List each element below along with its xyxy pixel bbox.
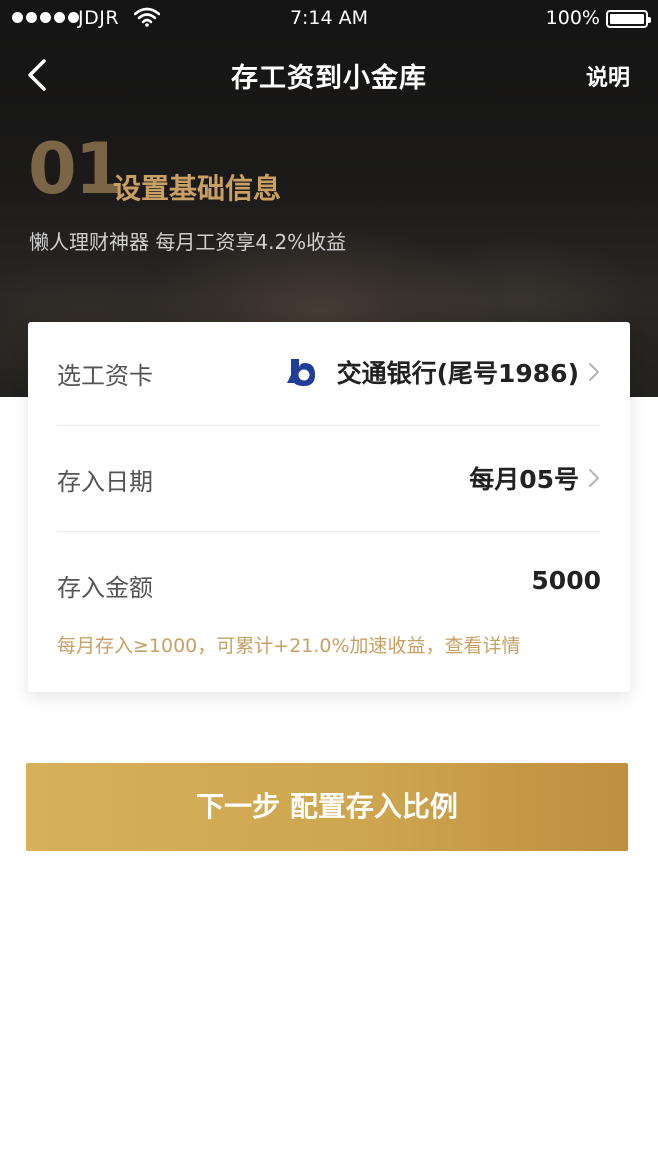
deposit-amount-row: 存入金额 5000: [57, 534, 601, 614]
row-divider: [57, 425, 601, 426]
salary-card-row[interactable]: 选工资卡 交通银行(尾号1986): [57, 322, 601, 428]
step-title: 设置基础信息: [113, 172, 282, 205]
deposit-amount-label: 存入金额: [57, 574, 153, 602]
help-link[interactable]: 说明: [586, 60, 630, 92]
battery-percent: 100%: [545, 7, 600, 29]
chevron-right-icon: [589, 363, 599, 381]
page-title: 存工资到小金库: [231, 63, 427, 94]
bank-logo-icon: [286, 359, 315, 386]
row-divider: [57, 531, 601, 532]
deposit-date-row[interactable]: 存入日期 每月05号: [57, 428, 601, 534]
nav-bar: 存工资到小金库 说明: [0, 40, 658, 110]
battery-icon: [606, 10, 651, 28]
deposit-date-label: 存入日期: [57, 468, 153, 496]
salary-card-value-group: 交通银行(尾号1986): [285, 354, 601, 390]
chevron-right-icon: [589, 469, 599, 487]
form-card: 选工资卡 交通银行(尾号1986) 存入日期 每月05号 存入金额 5000 每…: [28, 322, 630, 692]
deposit-date-value-group: 每月05号: [469, 460, 601, 496]
bonus-hint-link[interactable]: 每月存入≥1000，可累计+21.0%加速收益，查看详情: [57, 631, 521, 658]
deposit-date-value: 每月05号: [469, 465, 579, 494]
step-subtitle: 懒人理财神器 每月工资享4.2%收益: [29, 230, 347, 254]
deposit-amount-input[interactable]: 5000: [531, 566, 601, 595]
salary-card-value: 交通银行(尾号1986): [336, 359, 579, 388]
next-step-button[interactable]: 下一步 配置存入比例: [26, 763, 628, 851]
status-bar: JDJR 7:14 AM 100%: [0, 0, 658, 38]
step-number: 01: [28, 128, 123, 210]
salary-card-label: 选工资卡: [57, 362, 153, 390]
